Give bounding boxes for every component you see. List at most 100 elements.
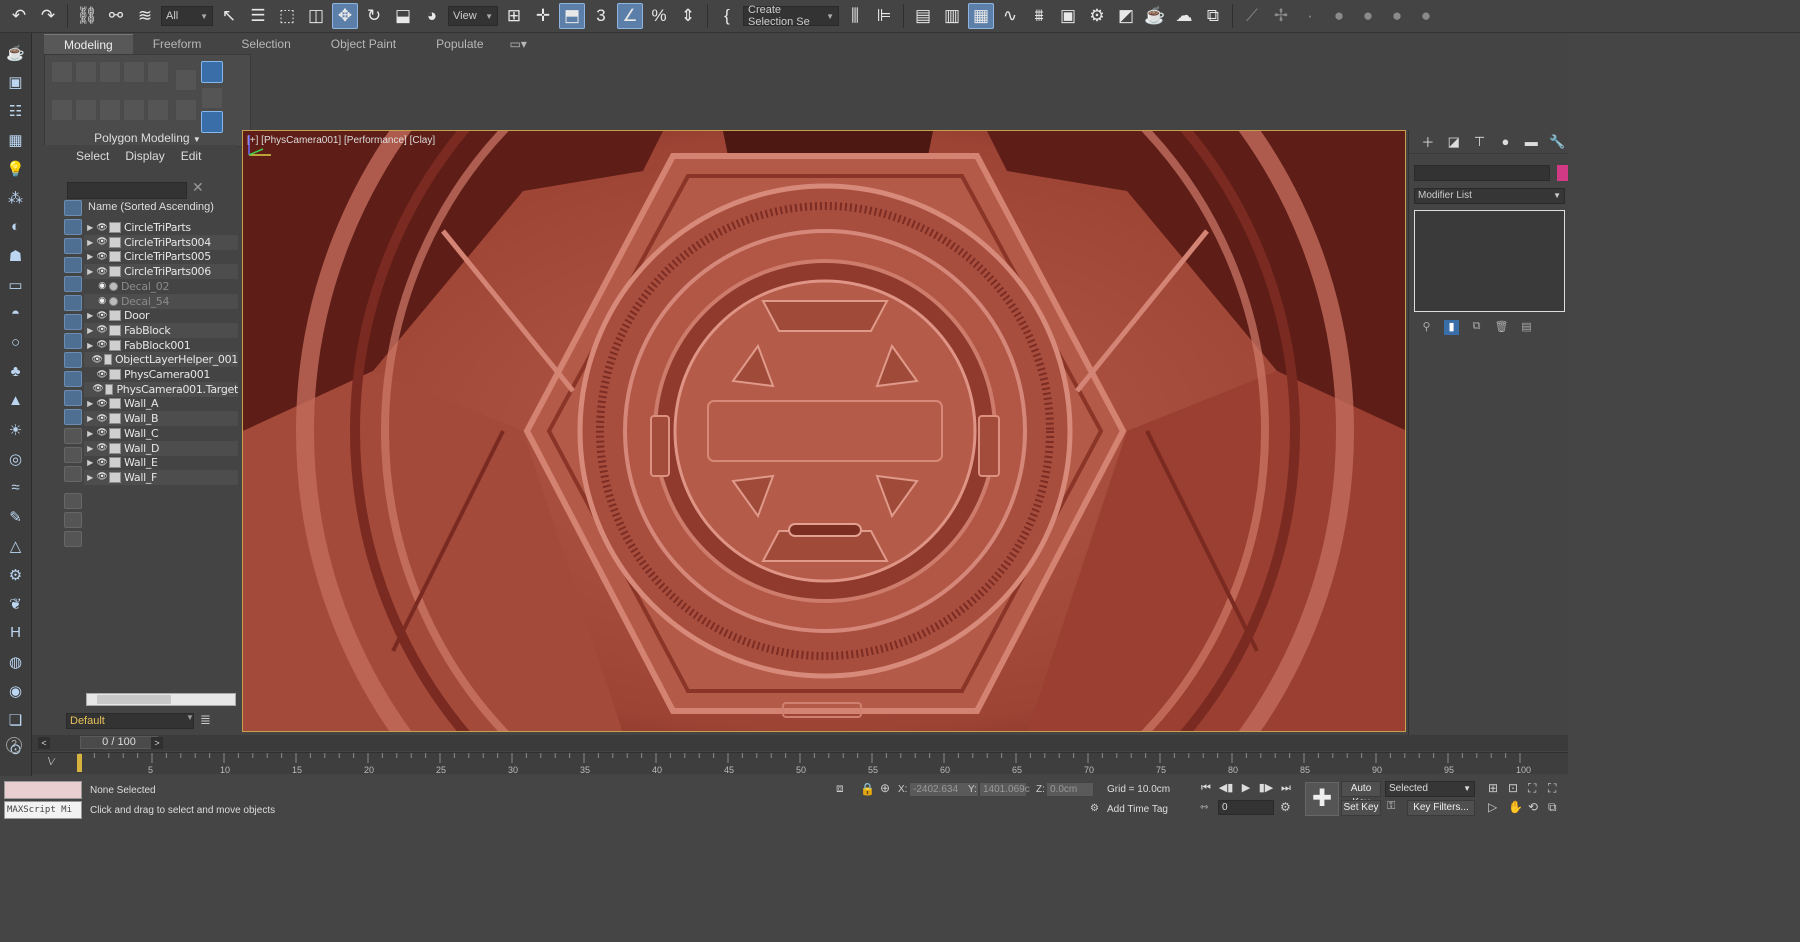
eye-icon[interactable]: 👁 <box>96 340 108 350</box>
border-mode-button[interactable] <box>99 61 121 83</box>
configure-modifier-sets-icon[interactable]: ▤ <box>1519 320 1534 335</box>
next-key-icon[interactable]: ▮▶ <box>1258 780 1274 796</box>
expand-arrow-icon[interactable]: ▶ <box>84 223 96 232</box>
cone-icon[interactable]: ▲ <box>5 389 27 412</box>
maxscript-listener[interactable]: MAXScript Mi <box>4 781 82 821</box>
eye-icon[interactable]: 👁 <box>96 428 108 438</box>
edge-mode-button[interactable] <box>75 61 97 83</box>
perspective-viewport[interactable]: [+] [PhysCamera001] [Performance] [Clay] <box>242 130 1406 732</box>
previous-key-icon[interactable]: ◀▮ <box>1218 780 1234 796</box>
paint-icon[interactable]: ✎ <box>5 505 27 528</box>
display-geometry-icon[interactable] <box>64 200 82 216</box>
field-of-view-icon[interactable]: ▷ <box>1488 800 1497 814</box>
expand-arrow-icon[interactable]: ▶ <box>84 429 96 438</box>
edit-named-selection-icon[interactable]: { <box>714 3 740 29</box>
expand-arrow-icon[interactable]: ▶ <box>84 252 96 261</box>
auto-key-button[interactable]: Auto Key <box>1341 781 1381 808</box>
list-item[interactable]: ◉ Decal_54 <box>84 293 238 309</box>
list-item[interactable]: ◉ Decal_02 <box>84 279 238 294</box>
list-column-header[interactable]: Name (Sorted Ascending) <box>88 201 214 213</box>
keyboard-shortcut-override-icon[interactable]: ⬒ <box>559 3 585 29</box>
eye-icon[interactable]: 👁 <box>96 237 108 247</box>
display-frozen-icon[interactable] <box>64 390 82 406</box>
list-panel-icon[interactable]: ☷ <box>5 99 27 122</box>
expand-arrow-icon[interactable]: ▶ <box>84 458 96 467</box>
percent-snap-icon[interactable]: % <box>646 3 672 29</box>
select-and-place-icon[interactable]: ◕ <box>419 3 445 29</box>
tab-selection[interactable]: Selection <box>221 34 310 54</box>
create-tab-icon[interactable]: ＋ <box>1417 132 1439 152</box>
go-to-end-icon[interactable]: ⏭ <box>1278 780 1294 796</box>
eye-icon[interactable]: 👁 <box>96 399 108 409</box>
named-selection-sets-dropdown[interactable]: Create Selection Se ▼ <box>743 4 839 28</box>
brush-tool-icon[interactable]: ⟋ <box>1239 3 1265 29</box>
current-frame-field[interactable]: 0 <box>1218 800 1274 815</box>
track-bar[interactable]: ∖⁄ 5 10 15 20 25 30 35 40 45 50 55 60 65 70 75 80 85 90 95… <box>32 752 1568 775</box>
expand-arrow-icon[interactable]: ▶ <box>84 341 96 350</box>
sphere-icon[interactable]: ○ <box>5 331 27 354</box>
toggle-scene-explorer-icon[interactable]: ▤ <box>910 3 936 29</box>
gear-icon[interactable]: ⚙ <box>5 563 27 586</box>
filter-icon[interactable] <box>64 512 82 528</box>
hidden-eye-icon[interactable]: ◉ <box>96 296 108 306</box>
time-configuration-icon[interactable]: ⚙ <box>1280 800 1291 814</box>
pan-icon[interactable]: ✋ <box>1508 800 1523 814</box>
modify-mode-button[interactable] <box>51 99 73 121</box>
select-and-move-icon[interactable]: ✥ <box>332 3 358 29</box>
eye-icon[interactable]: 👁 <box>96 370 108 380</box>
hierarchy-icon[interactable] <box>64 531 82 547</box>
eye-icon[interactable]: 👁 <box>96 311 108 321</box>
list-item[interactable]: ▶ 👁 FabBlock <box>84 322 238 338</box>
modifier-stack[interactable] <box>1414 210 1565 312</box>
display-none-icon[interactable] <box>64 447 82 463</box>
layers-icon[interactable]: ❏ <box>5 708 27 731</box>
list-item[interactable]: ▶ 👁 Wall_D <box>84 440 238 456</box>
align-icon[interactable]: ⊫ <box>871 3 897 29</box>
list-item[interactable]: ▶ 👁 Door <box>84 308 238 323</box>
toggle-layer-explorer-icon[interactable]: ▥ <box>939 3 965 29</box>
preserve-uvs-button[interactable] <box>147 99 169 121</box>
utilities-tab-icon[interactable]: 🔧 <box>1546 132 1568 152</box>
display-spacewarps-icon[interactable] <box>64 295 82 311</box>
grid-panel-icon[interactable]: ▦ <box>5 128 27 151</box>
eye-icon[interactable]: 👁 <box>96 472 108 482</box>
display-tab-icon[interactable]: ▬ <box>1520 132 1542 152</box>
ring-icon[interactable]: ◎ <box>5 447 27 470</box>
hf-icon[interactable]: H <box>5 621 27 644</box>
lock-selection-icon[interactable]: 🔒 <box>860 782 875 796</box>
list-item[interactable]: ▶ 👁 CircleTriParts <box>84 220 238 235</box>
hair-icon[interactable]: ≈ <box>5 476 27 499</box>
scrollbar-thumb[interactable] <box>97 695 171 704</box>
leaf-icon[interactable]: ❦ <box>5 592 27 615</box>
show-end-result-icon[interactable]: ▮ <box>1444 320 1459 335</box>
absolute-transform-icon[interactable]: ⊕ <box>880 781 890 795</box>
display-invert-icon[interactable] <box>64 466 82 482</box>
create-teapot-icon[interactable]: ☕ <box>5 41 27 64</box>
render-in-cloud-icon[interactable]: ⧉ <box>1200 3 1226 29</box>
toggle-ribbon-icon[interactable]: ▦ <box>968 3 994 29</box>
vertex-mode-button[interactable] <box>51 61 73 83</box>
material-editor-icon[interactable]: ▣ <box>1055 3 1081 29</box>
pyramid-icon[interactable]: △ <box>5 534 27 557</box>
snaps-toggle-icon[interactable]: 3 <box>588 3 614 29</box>
key-filters-button[interactable]: Key Filters... <box>1407 800 1475 816</box>
display-all-icon[interactable] <box>64 428 82 444</box>
by-angle-button[interactable] <box>201 87 223 109</box>
zoom-extents-all-icon[interactable]: ⛶ <box>1548 781 1556 796</box>
lightbulb-icon[interactable]: 💡 <box>5 157 27 180</box>
list-item[interactable]: ▶ 👁 CircleTriParts004 <box>84 234 238 250</box>
schematic-view-icon[interactable]: ⩩ <box>1026 3 1052 29</box>
circle-icon[interactable]: ● <box>1326 3 1352 29</box>
angle-snap-icon[interactable]: ∠ <box>617 3 643 29</box>
render-setup-icon[interactable]: ⚙ <box>1084 3 1110 29</box>
select-and-scale-icon[interactable]: ⬓ <box>390 3 416 29</box>
dot-small-icon[interactable]: · <box>1297 3 1323 29</box>
expand-arrow-icon[interactable]: ▶ <box>84 414 96 423</box>
render-iterative-icon[interactable]: ☁ <box>1171 3 1197 29</box>
expand-arrow-icon[interactable]: ▶ <box>84 399 96 408</box>
set-keys-button[interactable]: ✚ <box>1305 782 1339 816</box>
modifier-list-dropdown[interactable]: Modifier List ▼ <box>1414 188 1565 204</box>
layers-icon[interactable]: ≣ <box>200 712 218 730</box>
key-mode-toggle-icon[interactable]: ⇿ <box>1200 802 1208 813</box>
robot-icon[interactable]: ☗ <box>5 244 27 267</box>
